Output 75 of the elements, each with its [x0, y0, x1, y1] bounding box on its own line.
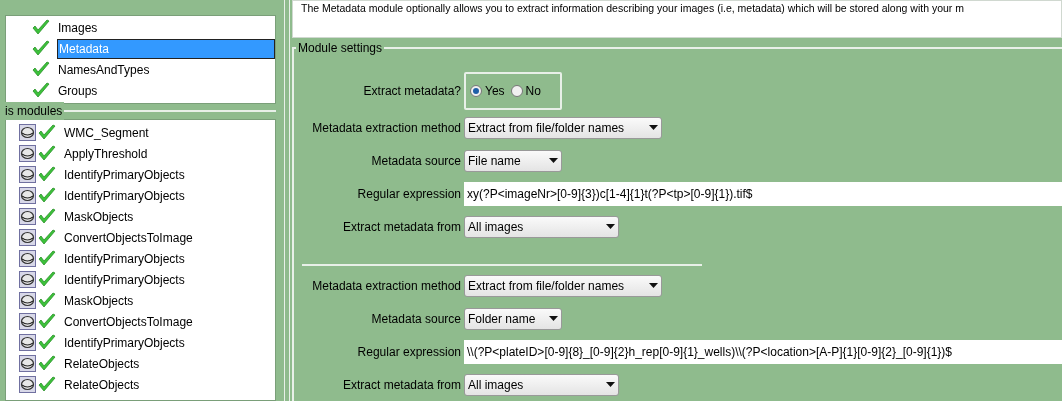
- module-item[interactable]: WMC_Segment: [64, 123, 149, 142]
- checkmark-icon: [31, 81, 51, 100]
- setting-label: Extract metadata from: [341, 376, 462, 394]
- module-item[interactable]: ConvertObjectsToImage: [64, 312, 193, 331]
- checkmark-icon: [37, 123, 57, 142]
- module-icon: [19, 208, 36, 225]
- caret-icon: [606, 224, 615, 229]
- setting-label: Extract metadata?: [362, 83, 462, 100]
- setting-label: Metadata extraction method: [311, 277, 462, 295]
- module-item[interactable]: IdentifyPrimaryObjects: [64, 249, 185, 268]
- module-icon: [19, 292, 36, 309]
- module-item[interactable]: MaskObjects: [64, 207, 134, 226]
- caret-icon: [606, 382, 615, 387]
- module-icon: [19, 124, 36, 141]
- module-icon: [19, 334, 36, 351]
- module-item[interactable]: IdentifyPrimaryObjects: [64, 270, 185, 289]
- checkmark-icon: [31, 18, 51, 37]
- module-item[interactable]: RelateObjects: [64, 354, 140, 373]
- setting-label: Metadata source: [370, 152, 462, 170]
- module-icon: [19, 355, 36, 372]
- module-item[interactable]: RelateObjects: [64, 375, 140, 394]
- checkmark-icon: [37, 354, 57, 373]
- checkmark-icon: [37, 207, 57, 226]
- module-icon: [19, 145, 36, 162]
- module-icon: [19, 166, 36, 183]
- checkmark-icon: [37, 375, 57, 394]
- dropdown[interactable]: Extract from file/folder names: [464, 116, 662, 139]
- checkmark-icon: [37, 249, 57, 268]
- caret-icon: [549, 158, 558, 163]
- checkmark-icon: [37, 165, 57, 184]
- module-icon: [19, 271, 36, 288]
- setting-label: Regular expression: [356, 185, 462, 203]
- module-item[interactable]: IdentifyPrimaryObjects: [64, 165, 185, 184]
- checkmark-icon: [37, 186, 57, 205]
- input-field[interactable]: \\(?P<plateID>[0-9]{8}_[0-9]{2}h_rep[0-9]{1}_wells)\\(?P<location>[A-P]{1}[0-9]{2}_[0-9]{1})$: [464, 339, 1062, 364]
- module-item[interactable]: Groups: [57, 80, 275, 101]
- module-item[interactable]: ApplyThreshold: [64, 144, 148, 163]
- module-item[interactable]: NamesAndTypes: [57, 59, 275, 80]
- checkmark-icon: [37, 333, 57, 352]
- radio-option[interactable]: No: [510, 82, 541, 100]
- module-icon: [19, 313, 36, 330]
- caret-icon: [649, 125, 658, 130]
- checkmark-icon: [31, 39, 51, 58]
- checkmark-icon: [37, 228, 57, 247]
- module-item[interactable]: Images: [57, 17, 275, 38]
- module-icon: [19, 376, 36, 393]
- dropdown[interactable]: All images: [464, 373, 619, 396]
- setting-label: Regular expression: [356, 343, 462, 361]
- module-description: The Metadata module optionally allows you to extract information describing your images (i.e, metadata) which will be stored along with your m: [301, 1, 964, 15]
- module-icon: [19, 250, 36, 267]
- module-item[interactable]: MaskObjects: [64, 291, 134, 310]
- checkmark-icon: [37, 312, 57, 331]
- module-icon: [19, 229, 36, 246]
- group-label: is modules: [5, 102, 65, 120]
- dropdown[interactable]: Extract from file/folder names: [464, 274, 662, 297]
- module-item[interactable]: IdentifyPrimaryObjects: [64, 186, 185, 205]
- checkmark-icon: [37, 144, 57, 163]
- dropdown[interactable]: All images: [464, 215, 619, 238]
- input-field[interactable]: xy(?P<imageNr>[0-9]{3})c[1-4]{1}t(?P<tp>[0-9]{1}).tif$: [464, 181, 1062, 206]
- module-icon: [19, 187, 36, 204]
- setting-label: Metadata source: [370, 310, 462, 328]
- module-item[interactable]: IdentifyPrimaryObjects: [64, 333, 185, 352]
- radio-button[interactable]: [510, 85, 523, 97]
- setting-label: Extract metadata from: [341, 218, 462, 236]
- radio-button[interactable]: [470, 85, 482, 97]
- dropdown[interactable]: File name: [464, 149, 562, 172]
- checkmark-icon: [31, 60, 51, 79]
- dropdown[interactable]: Folder name: [464, 307, 562, 330]
- setting-label: Metadata extraction method: [311, 119, 462, 137]
- caret-icon: [549, 316, 558, 321]
- radio-option[interactable]: Yes: [470, 82, 505, 100]
- checkmark-icon: [37, 270, 57, 289]
- caret-icon: [649, 283, 658, 288]
- module-item[interactable]: ConvertObjectsToImage: [64, 228, 193, 247]
- checkmark-icon: [37, 291, 57, 310]
